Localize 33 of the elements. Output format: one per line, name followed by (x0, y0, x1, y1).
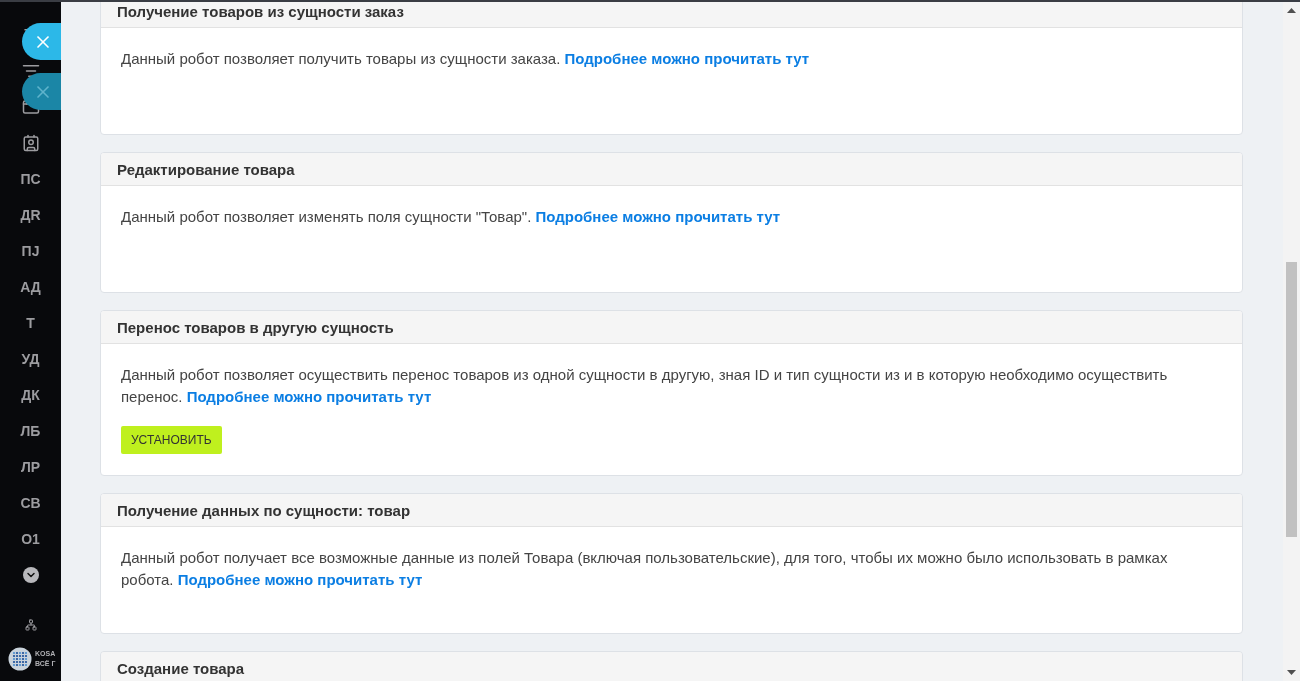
details-link[interactable]: Подробнее можно прочитать тут (186, 388, 432, 405)
card-description: Данный робот позволяет осуществить перенос товаров из одной сущности в другую, зная ID и тип сущности из и в которую необходимо осуществить перенос. Подробнее можно прочитать тут (121, 365, 1169, 407)
card-title: Получение товаров из сущности заказ (117, 2, 404, 20)
sidebar-item[interactable]: АД (20, 279, 41, 295)
install-button[interactable]: УСТАНОВИТЬ (121, 426, 222, 454)
sidebar-item[interactable]: ДК (21, 387, 40, 403)
sidebar-item[interactable]: ДR (20, 207, 41, 223)
sidebar-item[interactable]: ЛР (20, 459, 41, 475)
card-title: Получение данных по сущности: товар (117, 501, 411, 519)
card-title: Перенос товаров в другую сущность (117, 318, 394, 336)
sidebar-item[interactable]: ПJ (21, 243, 40, 259)
details-link[interactable]: Подробнее можно прочитать тут (535, 208, 781, 225)
sidebar-item[interactable]: О1 (21, 531, 40, 547)
card-title: Редактирование товара (117, 160, 295, 178)
contact-card-icon[interactable] (21, 134, 40, 152)
scrollbar[interactable] (1283, 2, 1300, 681)
sidebar-item[interactable]: ЛБ (20, 423, 41, 439)
details-link[interactable]: Подробнее можно прочитать тут (177, 571, 423, 588)
details-link[interactable]: Подробнее можно прочитать тут (564, 50, 810, 67)
sidebar-item[interactable]: СВ (20, 495, 41, 511)
scroll-thumb[interactable] (1286, 262, 1297, 537)
network-icon[interactable] (24, 619, 37, 631)
sidebar-item[interactable]: Т (26, 315, 35, 331)
card-description: Данный робот получает все возможные данные из полей Товара (включая пользовательские), для того, чтобы их можно было использовать в рамках робота. Подробнее можно прочитать тут (121, 548, 1169, 590)
close-button[interactable] (22, 73, 61, 110)
sidebar-item[interactable]: УД (21, 351, 40, 367)
sidebar-item[interactable]: ПС (20, 171, 41, 187)
card-title: Создание товара (117, 659, 245, 677)
card-description: Данный робот позволяет получить товары из сущности заказа. Подробнее можно прочитать тут (121, 49, 811, 69)
card-description: Данный робот позволяет изменять поля сущности "Товар". Подробнее можно прочитать тут (121, 207, 782, 227)
close-button[interactable] (22, 23, 61, 60)
logo-icon (8, 647, 32, 671)
expand-icon[interactable] (22, 567, 39, 583)
